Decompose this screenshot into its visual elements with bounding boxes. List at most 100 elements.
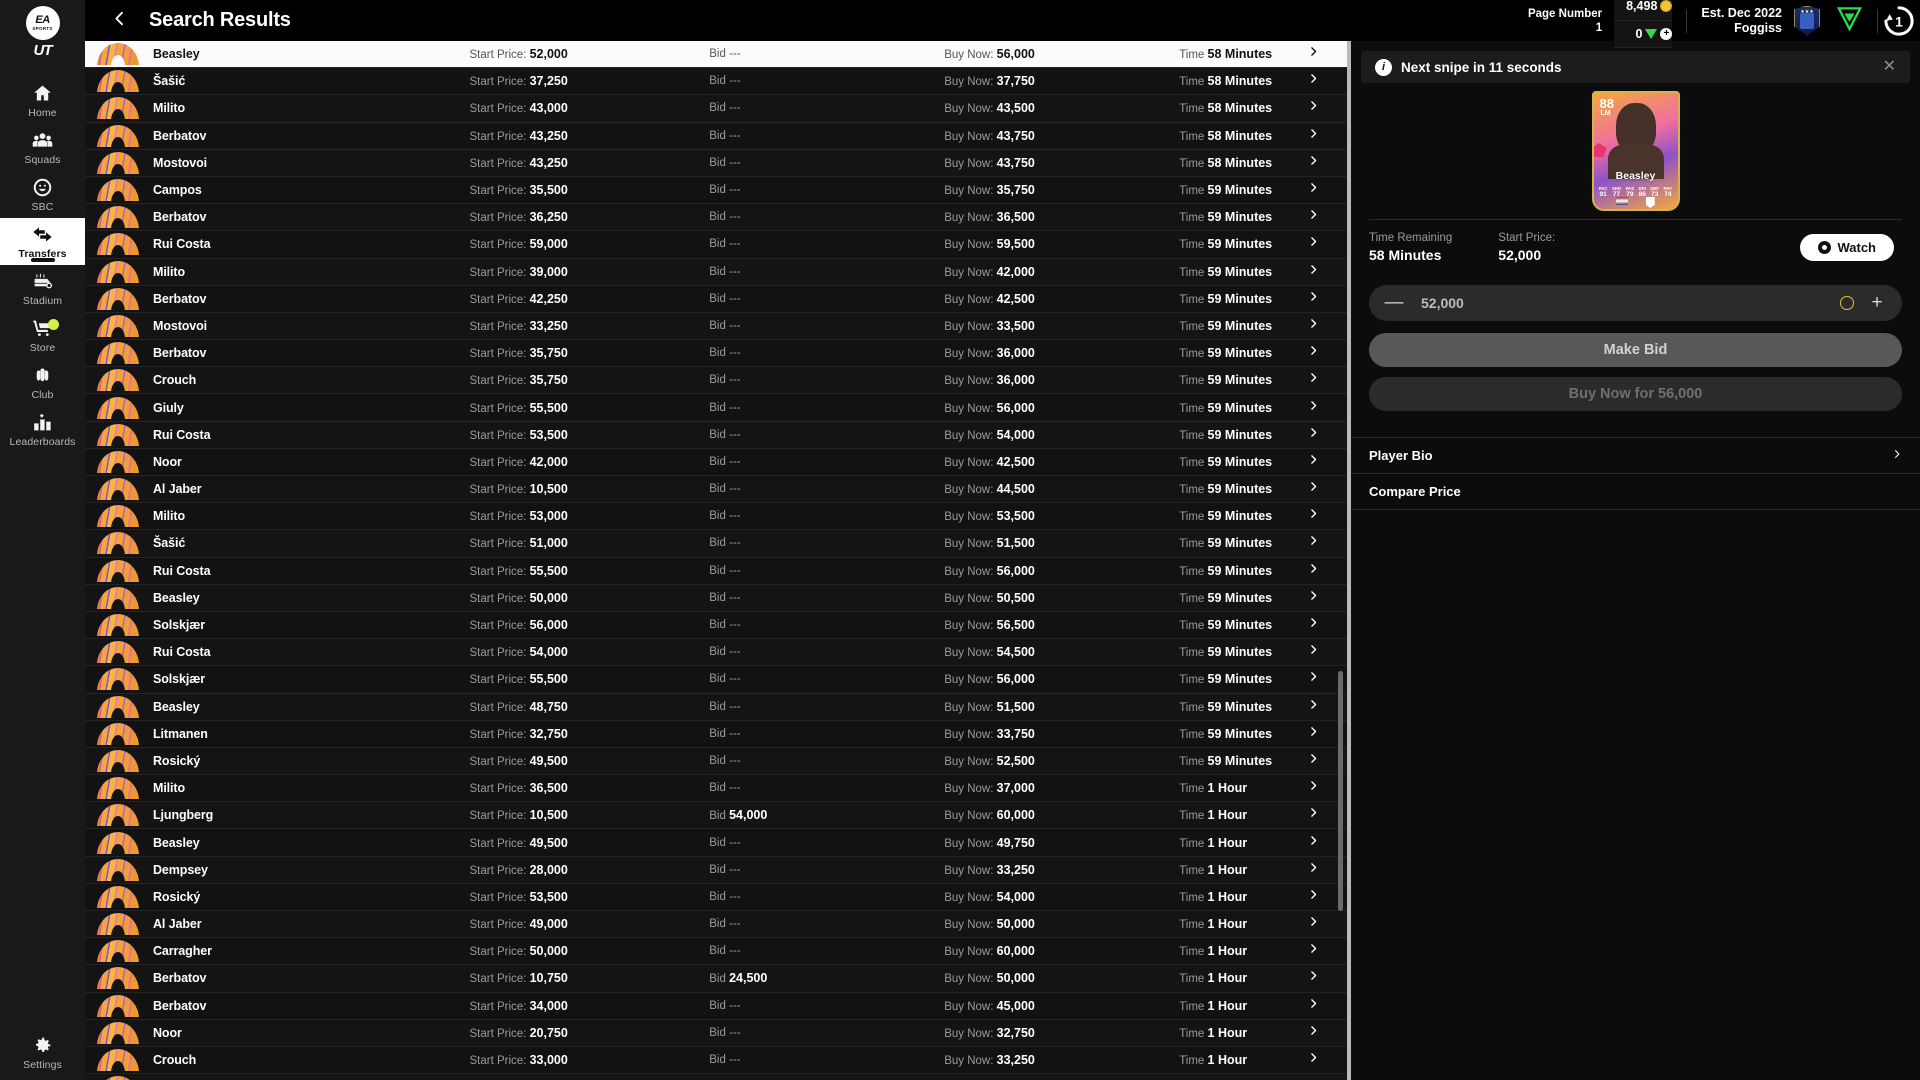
add-points-button[interactable]: + bbox=[1660, 27, 1673, 40]
table-row[interactable]: Crouch Start Price: 35,750 Bid --- Buy Now:… bbox=[85, 367, 1347, 395]
chevron-right-icon[interactable] bbox=[1308, 263, 1319, 281]
bid-amount-value[interactable]: 52,000 bbox=[1405, 295, 1840, 311]
table-row[interactable]: Noor Start Price: 20,750 Bid --- Buy Now: 3… bbox=[85, 1019, 1347, 1047]
table-row[interactable]: Beasley Start Price: 50,000 Bid --- Buy Now… bbox=[85, 584, 1347, 612]
chevron-right-icon[interactable] bbox=[1308, 534, 1319, 552]
sidebar-item-leaderboards[interactable]: Leaderboards bbox=[0, 406, 85, 453]
sidebar-item-sbc[interactable]: SBC bbox=[0, 171, 85, 218]
table-row[interactable]: Berbatov Start Price: 36,250 Bid --- Buy No… bbox=[85, 204, 1347, 232]
chevron-right-icon[interactable] bbox=[1308, 1024, 1319, 1042]
back-button[interactable] bbox=[99, 0, 139, 41]
chevron-right-icon[interactable] bbox=[1308, 834, 1319, 852]
make-bid-button[interactable]: Make Bid bbox=[1369, 333, 1902, 367]
table-row[interactable]: Solskjær Start Price: 55,500 Bid --- Buy No… bbox=[85, 666, 1347, 694]
chevron-right-icon[interactable] bbox=[1308, 181, 1319, 199]
buy-now-button[interactable]: Buy Now for 56,000 bbox=[1369, 377, 1902, 411]
decrease-bid-button[interactable]: — bbox=[1383, 292, 1405, 314]
sidebar-item-club[interactable]: Club bbox=[0, 359, 85, 406]
table-row[interactable]: Rosický Start Price: 49,500 Bid --- Buy Now… bbox=[85, 747, 1347, 776]
chevron-right-icon[interactable] bbox=[1308, 997, 1319, 1015]
sidebar-item-transfers[interactable]: Transfers bbox=[0, 218, 85, 265]
table-row[interactable]: Rosický Start Price: 53,500 Bid --- Buy Now… bbox=[85, 883, 1347, 911]
watch-button[interactable]: Watch bbox=[1800, 234, 1894, 261]
chevron-right-icon[interactable] bbox=[1308, 72, 1319, 90]
player-bio-row[interactable]: Player Bio bbox=[1351, 438, 1920, 474]
table-row[interactable]: Šašić Start Price: 51,000 Bid --- Buy Now: … bbox=[85, 530, 1347, 558]
table-row[interactable]: Carragher Start Price: 50,000 Bid --- Buy N… bbox=[85, 938, 1347, 966]
table-row[interactable]: Berbatov Start Price: 35,750 Bid --- Buy No… bbox=[85, 340, 1347, 368]
table-row[interactable]: Beasley Start Price: 49,500 Bid --- Buy Now… bbox=[85, 829, 1347, 857]
chevron-right-icon[interactable] bbox=[1308, 616, 1319, 634]
close-icon[interactable]: ✕ bbox=[1883, 59, 1896, 75]
table-row[interactable]: Berbatov Start Price: 42,250 Bid --- Buy No… bbox=[85, 285, 1347, 313]
table-row[interactable]: Al Jaber Start Price: 10,500 Bid --- Buy No… bbox=[85, 476, 1347, 504]
chevron-right-icon[interactable] bbox=[1308, 725, 1319, 743]
chevron-right-icon[interactable] bbox=[1308, 698, 1319, 716]
sidebar-item-settings[interactable]: Settings bbox=[0, 1029, 85, 1076]
chevron-right-icon[interactable] bbox=[1308, 643, 1319, 661]
chevron-right-icon[interactable] bbox=[1308, 562, 1319, 580]
table-row[interactable]: Berbatov Start Price: 10,750 Bid 24,500 Buy… bbox=[85, 965, 1347, 993]
sidebar-item-store[interactable]: Store bbox=[0, 312, 85, 359]
table-row[interactable]: Milito Start Price: 36,500 Bid --- Buy Now:… bbox=[85, 775, 1347, 803]
chevron-right-icon[interactable] bbox=[1308, 45, 1319, 63]
chevron-right-icon[interactable] bbox=[1308, 942, 1319, 960]
chevron-right-icon[interactable] bbox=[1308, 752, 1319, 770]
refresh-1-icon[interactable]: 1 bbox=[1882, 4, 1916, 38]
table-row[interactable]: Litmanen Start Price: 32,750 Bid --- Buy No… bbox=[85, 720, 1347, 748]
chevron-right-icon[interactable] bbox=[1308, 888, 1319, 906]
table-row[interactable]: Milito Start Price: 43,000 Bid --- Buy Now:… bbox=[85, 95, 1347, 123]
chevron-right-icon[interactable] bbox=[1308, 371, 1319, 389]
increase-bid-button[interactable]: + bbox=[1866, 292, 1888, 314]
list-scrollbar-thumb[interactable] bbox=[1338, 671, 1343, 911]
chevron-right-icon[interactable] bbox=[1308, 861, 1319, 879]
search-results-list[interactable]: Beasley Start Price: 52,000 Bid --- Buy Now… bbox=[85, 41, 1347, 1080]
chevron-right-icon[interactable] bbox=[1308, 589, 1319, 607]
table-row[interactable]: Rui Costa Start Price: 53,500 Bid --- Buy N… bbox=[85, 421, 1347, 449]
chevron-right-icon[interactable] bbox=[1308, 1051, 1319, 1069]
sidebar-item-home[interactable]: Home bbox=[0, 77, 85, 124]
table-row[interactable]: Al Jaber Start Price: 49,000 Bid --- Buy No… bbox=[85, 911, 1347, 939]
chevron-right-icon[interactable] bbox=[1308, 670, 1319, 688]
chevron-right-icon[interactable] bbox=[1308, 208, 1319, 226]
table-row[interactable]: Noor Start Price: 42,000 Bid --- Buy Now: 4… bbox=[85, 448, 1347, 476]
table-row[interactable]: Šašić Start Price: 37,250 Bid --- Buy Now: … bbox=[85, 68, 1347, 96]
chevron-right-icon[interactable] bbox=[1308, 235, 1319, 253]
table-row[interactable]: Mostovoi Start Price: 33,250 Bid --- Buy No… bbox=[85, 312, 1347, 341]
chevron-right-icon[interactable] bbox=[1308, 290, 1319, 308]
chevron-right-icon[interactable] bbox=[1308, 507, 1319, 525]
table-row[interactable]: Rui Costa Start Price: 59,000 Bid --- Buy N… bbox=[85, 231, 1347, 259]
table-row[interactable]: Dempsey Start Price: 28,000 Bid --- Buy Now… bbox=[85, 856, 1347, 884]
table-row[interactable]: Rui Costa Start Price: 54,000 Bid --- Buy N… bbox=[85, 639, 1347, 667]
player-card[interactable]: 88 LM Beasley PAC 91 SHO 77 PAS 79 DRI 8… bbox=[1591, 91, 1680, 211]
chevron-right-icon[interactable] bbox=[1308, 453, 1319, 471]
chevron-right-icon[interactable] bbox=[1308, 969, 1319, 987]
chevron-right-icon[interactable] bbox=[1308, 154, 1319, 172]
sidebar-item-squads[interactable]: Squads bbox=[0, 124, 85, 171]
list-scrollbar-track[interactable] bbox=[1338, 41, 1345, 1080]
table-row[interactable]: Rui Costa Start Price: 55,500 Bid --- Buy N… bbox=[85, 557, 1347, 585]
chevron-right-icon[interactable] bbox=[1308, 426, 1319, 444]
chevron-right-icon[interactable] bbox=[1308, 915, 1319, 933]
chevron-right-icon[interactable] bbox=[1308, 344, 1319, 362]
table-row[interactable]: Giuly Start Price: 55,500 Bid --- Buy Now: … bbox=[85, 394, 1347, 422]
table-row[interactable]: Milito Start Price: 53,000 Bid --- Buy Now:… bbox=[85, 503, 1347, 531]
table-row[interactable]: Ljungberg Start Price: 10,500 Bid 54,000 Bu… bbox=[85, 802, 1347, 830]
chevron-right-icon[interactable] bbox=[1308, 99, 1319, 117]
compare-price-row[interactable]: Compare Price bbox=[1351, 474, 1920, 510]
table-row[interactable]: Beasley Start Price: 48,750 Bid --- Buy Now… bbox=[85, 693, 1347, 721]
table-row[interactable]: Beasley Start Price: 52,000 Bid --- Buy Now… bbox=[85, 41, 1347, 69]
chevron-right-icon[interactable] bbox=[1308, 399, 1319, 417]
table-row[interactable]: CahillStart Price: 16,500Bid ---Buy Now:… bbox=[85, 1074, 1347, 1080]
table-row[interactable]: Berbatov Start Price: 43,250 Bid --- Buy No… bbox=[85, 122, 1347, 150]
chevron-right-icon[interactable] bbox=[1308, 480, 1319, 498]
table-row[interactable]: Berbatov Start Price: 34,000 Bid --- Buy No… bbox=[85, 992, 1347, 1020]
bid-amount-stepper[interactable]: — 52,000 + bbox=[1369, 285, 1902, 321]
table-row[interactable]: Crouch Start Price: 33,000 Bid --- Buy Now:… bbox=[85, 1046, 1347, 1075]
table-row[interactable]: Milito Start Price: 39,000 Bid --- Buy Now:… bbox=[85, 258, 1347, 286]
sidebar-item-stadium[interactable]: Stadium bbox=[0, 265, 85, 312]
chevron-right-icon[interactable] bbox=[1308, 806, 1319, 824]
chevron-right-icon[interactable] bbox=[1308, 779, 1319, 797]
table-row[interactable]: Solskjær Start Price: 56,000 Bid --- Buy No… bbox=[85, 611, 1347, 640]
table-row[interactable]: Campos Start Price: 35,500 Bid --- Buy Now:… bbox=[85, 176, 1347, 205]
